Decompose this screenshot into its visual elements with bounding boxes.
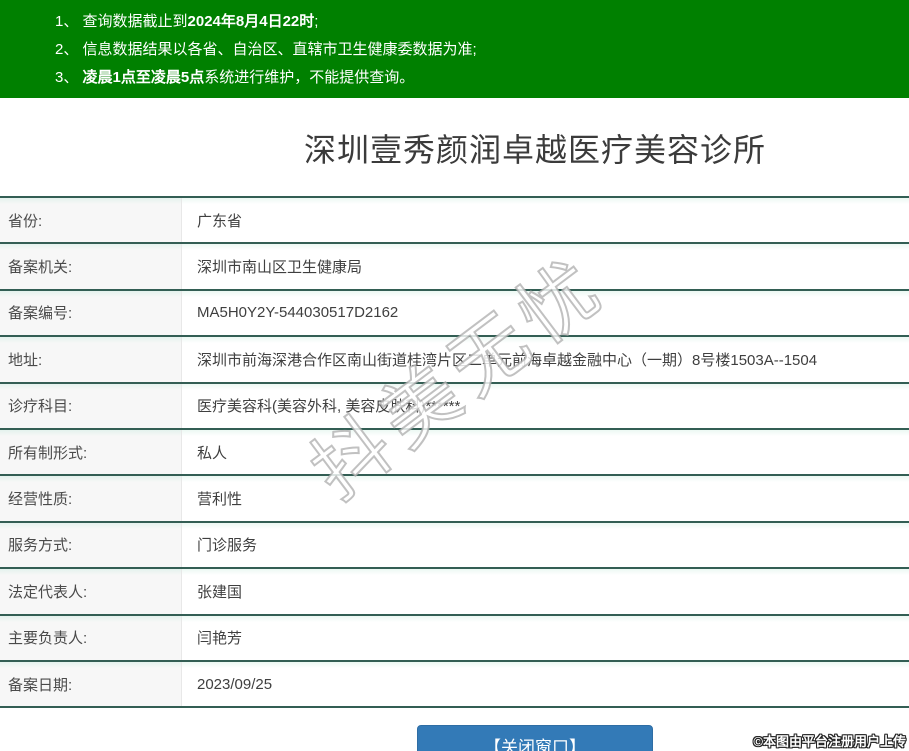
notice-3-post: 系统进行维护，不能提供查询。 — [204, 69, 415, 86]
field-label: 地址: — [0, 337, 182, 382]
field-label: 经营性质: — [0, 476, 182, 521]
field-value: 深圳市南山区卫生健康局 — [182, 244, 909, 289]
corner-upload-watermark: ©本图由平台注册用户上传 — [753, 734, 906, 749]
row-legal-representative: 法定代表人: 张建国 — [0, 567, 909, 614]
notice-line-1: 1、 查询数据截止到2024年8月4日22时; — [55, 8, 899, 36]
notice-line-3: 3、 凌晨1点至凌晨5点系统进行维护，不能提供查询。 — [55, 64, 899, 92]
notice-1-post: ; — [314, 13, 319, 30]
field-value: 医疗美容科(美容外科, 美容皮肤科)****** — [182, 383, 909, 428]
notice-1-bold: 2024年8月4日22时 — [187, 13, 315, 30]
notice-3-text: 3、 — [55, 69, 83, 86]
close-window-button[interactable]: 【关闭窗口】 — [417, 725, 653, 751]
field-label: 备案编号: — [0, 290, 182, 336]
row-business-nature: 经营性质: 营利性 — [0, 474, 909, 521]
row-ownership-type: 所有制形式: 私人 — [0, 427, 909, 475]
registration-detail-table: 省份: 广东省 备案机关: 深圳市南山区卫生健康局 备案编号: MA5H0Y2Y… — [0, 196, 909, 709]
field-label: 省份: — [0, 198, 182, 243]
row-service-mode: 服务方式: 门诊服务 — [0, 520, 909, 568]
field-value: 私人 — [182, 429, 909, 475]
field-label: 服务方式: — [0, 522, 182, 568]
field-value: 张建国 — [182, 569, 909, 614]
field-label: 所有制形式: — [0, 429, 182, 475]
field-value: 门诊服务 — [182, 522, 909, 568]
field-value: 深圳市前海深港合作区南山街道桂湾片区二单元前海卓越金融中心（一期）8号楼1503… — [182, 337, 909, 382]
notice-line-2: 2、 信息数据结果以各省、自治区、直辖市卫生健康委数据为准; — [55, 36, 899, 64]
row-province: 省份: 广东省 — [0, 196, 909, 243]
notice-2-text: 2、 信息数据结果以各省、自治区、直辖市卫生健康委数据为准; — [55, 41, 477, 58]
row-registration-number: 备案编号: MA5H0Y2Y-544030517D2162 — [0, 288, 909, 336]
field-value: MA5H0Y2Y-544030517D2162 — [182, 290, 909, 336]
notice-3-bold: 凌晨1点至凌晨5点 — [82, 69, 205, 86]
notice-banner: 1、 查询数据截止到2024年8月4日22时; 2、 信息数据结果以各省、自治区… — [0, 0, 909, 98]
field-label: 诊疗科目: — [0, 383, 182, 428]
page-title: 深圳壹秀颜润卓越医疗美容诊所 — [303, 132, 766, 168]
field-value: 广东省 — [182, 198, 909, 243]
row-address: 地址: 深圳市前海深港合作区南山街道桂湾片区二单元前海卓越金融中心（一期）8号楼… — [0, 335, 909, 382]
field-value: 营利性 — [182, 476, 909, 521]
notice-1-text: 1、 查询数据截止到 — [55, 13, 188, 30]
field-label: 备案日期: — [0, 661, 182, 707]
field-value: 2023/09/25 — [182, 661, 909, 707]
field-label: 法定代表人: — [0, 569, 182, 614]
row-principal: 主要负责人: 闫艳芳 — [0, 613, 909, 660]
row-registration-authority: 备案机关: 深圳市南山区卫生健康局 — [0, 242, 909, 289]
field-value: 闫艳芳 — [182, 615, 909, 660]
row-registration-date: 备案日期: 2023/09/25 — [0, 659, 909, 707]
row-clinical-departments: 诊疗科目: 医疗美容科(美容外科, 美容皮肤科)****** — [0, 381, 909, 428]
field-label: 备案机关: — [0, 244, 182, 289]
field-label: 主要负责人: — [0, 615, 182, 660]
